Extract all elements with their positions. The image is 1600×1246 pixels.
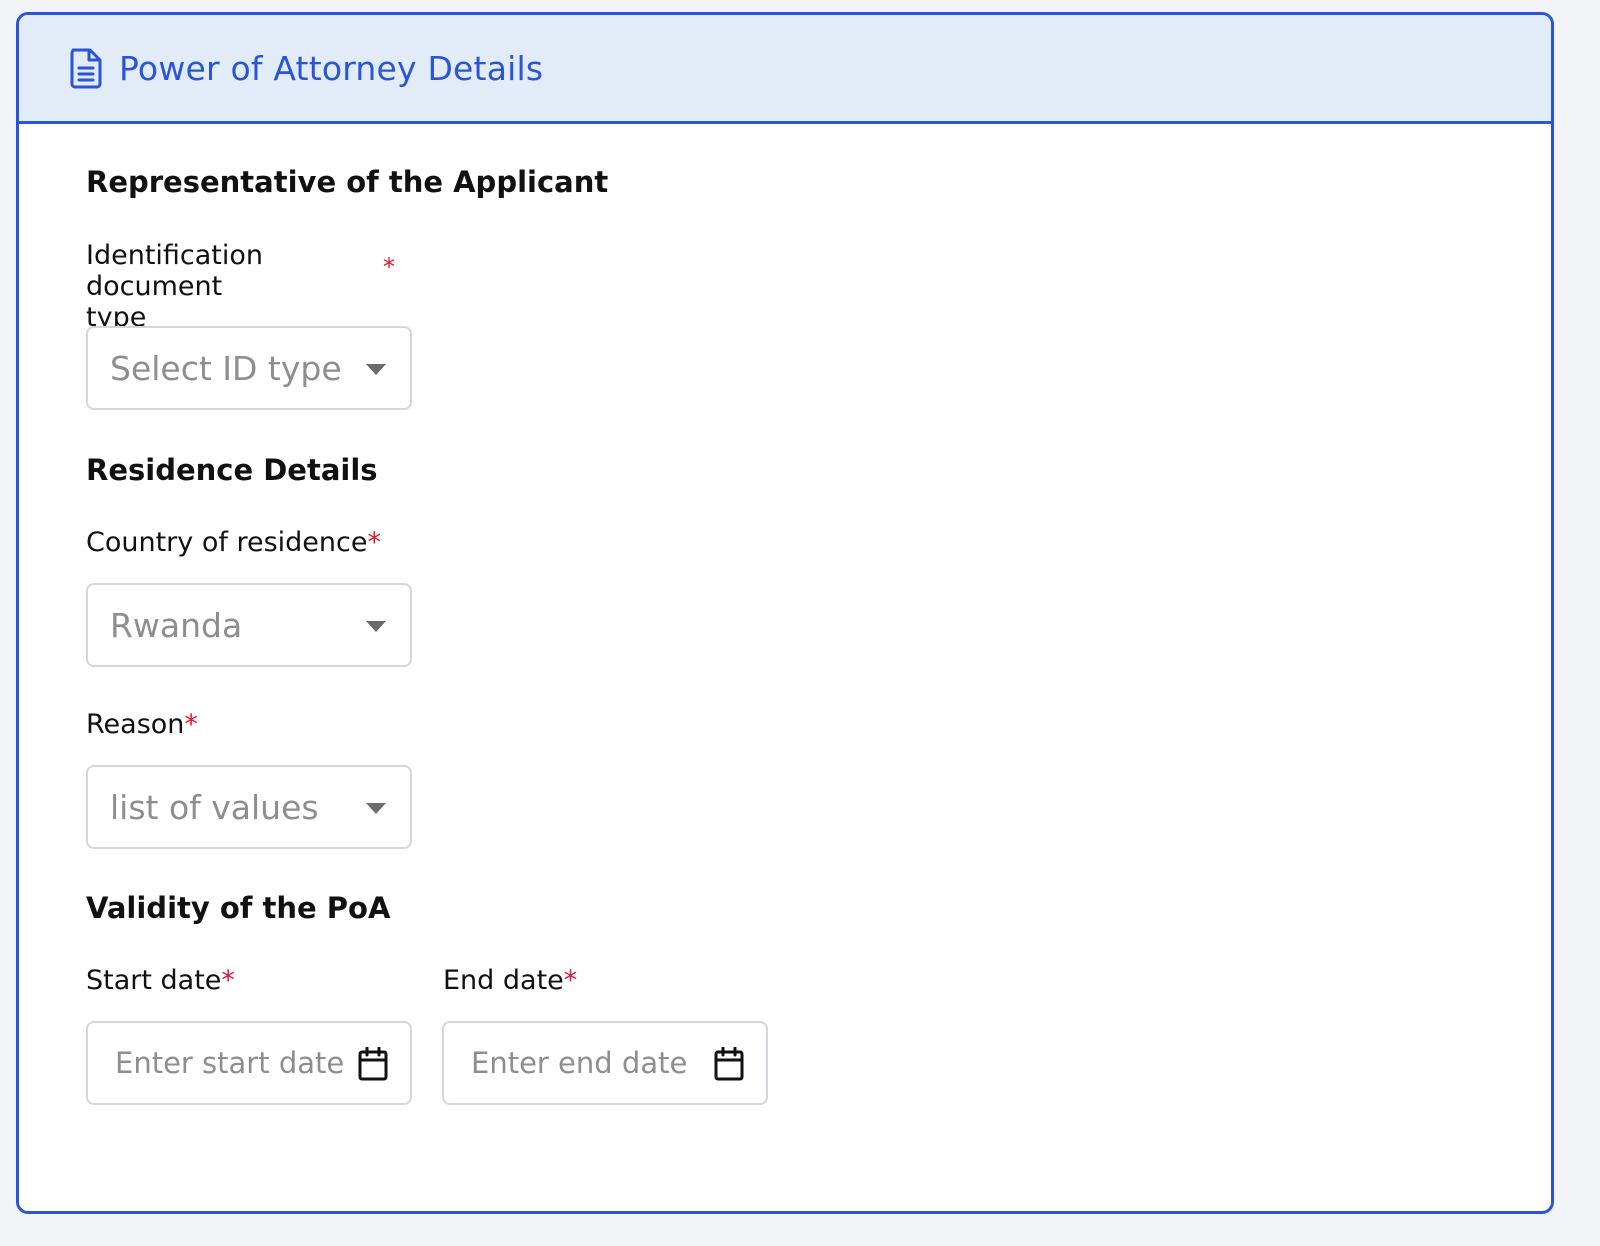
section-title-representative: Representative of the Applicant [86, 165, 609, 199]
calendar-icon[interactable] [358, 1046, 388, 1081]
section-title-validity: Validity of the PoA [86, 891, 391, 925]
start-date-input[interactable]: Enter start date [86, 1021, 412, 1105]
end-date-required-mark: * [563, 965, 578, 996]
end-date-placeholder: Enter end date [471, 1046, 688, 1080]
id-type-placeholder: Select ID type [110, 348, 342, 388]
poa-details-card: Power of Attorney Details Representative… [16, 12, 1554, 1214]
card-header: Power of Attorney Details [19, 15, 1551, 124]
start-date-placeholder: Enter start date [115, 1046, 345, 1080]
section-title-residence: Residence Details [86, 453, 378, 487]
country-select[interactable]: Rwanda [86, 583, 412, 667]
id-type-select[interactable]: Select ID type [86, 326, 412, 410]
start-date-required-mark: * [221, 965, 235, 996]
end-date-label: End date* [443, 965, 577, 996]
country-required-mark: * [367, 527, 381, 558]
chevron-down-icon [366, 364, 386, 375]
end-date-label-text: End date [443, 965, 564, 996]
id-type-required-mark: * [383, 253, 395, 281]
country-label-text: Country of residence [86, 527, 368, 558]
document-icon [69, 47, 103, 89]
reason-label: Reason* [86, 709, 198, 740]
reason-required-mark: * [184, 709, 198, 740]
chevron-down-icon [366, 621, 386, 632]
reason-label-text: Reason [86, 709, 185, 740]
country-label: Country of residence* [86, 527, 381, 558]
country-value: Rwanda [110, 605, 243, 645]
id-type-label: Identification document type [86, 240, 264, 333]
calendar-icon[interactable] [714, 1046, 744, 1081]
reason-select[interactable]: list of values [86, 765, 412, 849]
chevron-down-icon [366, 803, 386, 814]
start-date-label: Start date* [86, 965, 235, 996]
page-title: Power of Attorney Details [119, 48, 544, 88]
end-date-input[interactable]: Enter end date [442, 1021, 768, 1105]
reason-placeholder: list of values [110, 787, 319, 827]
start-date-label-text: Start date [86, 965, 222, 996]
